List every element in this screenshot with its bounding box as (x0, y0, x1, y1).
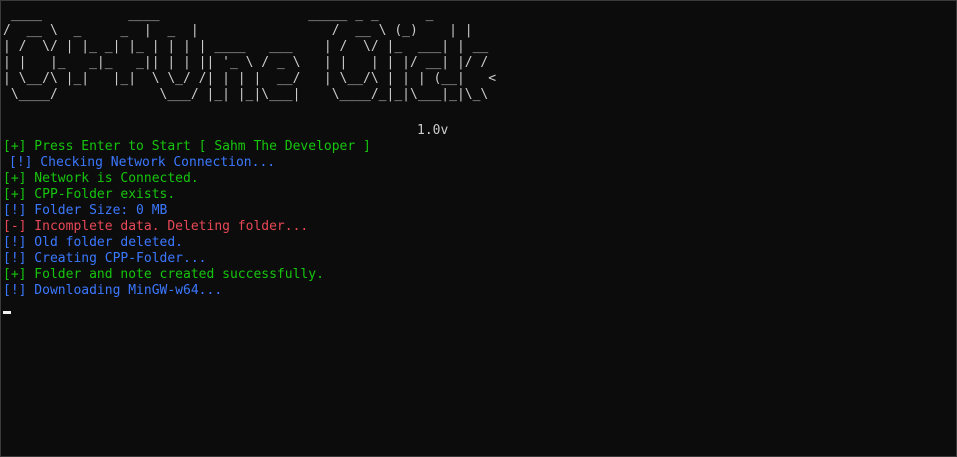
log-line: [+] Network is Connected. (3, 171, 199, 186)
log-line: [!] Creating CPP-Folder... (3, 251, 207, 266)
text-cursor[interactable] (3, 311, 11, 314)
console-log: [+] Press Enter to Start [ Sahm The Deve… (3, 139, 371, 299)
ascii-banner-logo: ____ ____ _____ _ _ _ / __ \ _ _ | _ | /… (3, 7, 497, 102)
version-label: 1.0v (417, 123, 449, 138)
log-line: [+] Folder and note created successfully… (3, 267, 324, 282)
log-line: [!] Checking Network Connection... (9, 155, 276, 170)
log-line: [!] Folder Size: 0 MB (3, 203, 168, 218)
log-line: [+] Press Enter to Start [ Sahm The Deve… (3, 139, 371, 154)
log-line: [-] Incomplete data. Deleting folder... (3, 219, 309, 234)
console-window[interactable]: ____ ____ _____ _ _ _ / __ \ _ _ | _ | /… (1, 1, 956, 456)
log-line: [!] Old folder deleted. (3, 235, 184, 250)
log-line: [+] CPP-Folder exists. (3, 187, 176, 202)
log-line: [!] Downloading MinGW-w64... (3, 283, 223, 298)
